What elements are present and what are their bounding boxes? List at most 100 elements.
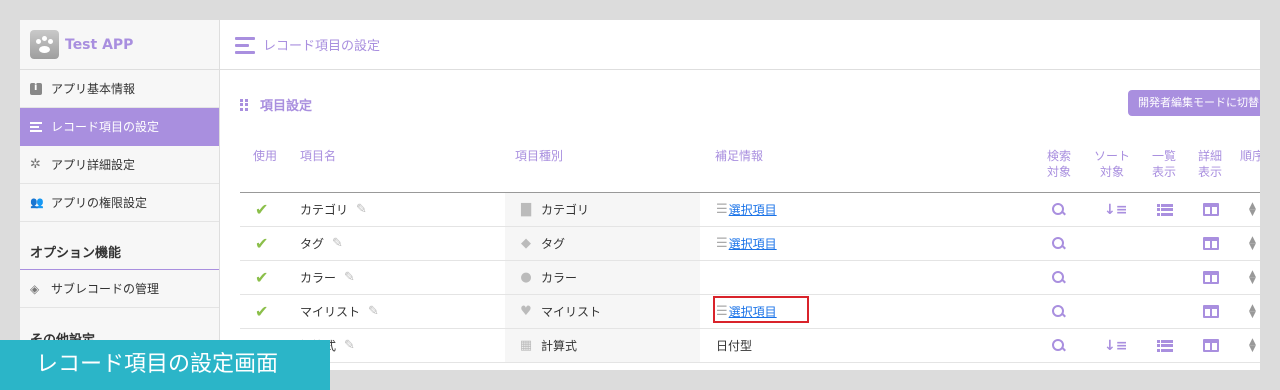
enabled-check-icon[interactable]: ✔	[255, 227, 268, 260]
option-section-heading: オプション機能	[20, 222, 219, 270]
sidebar-item-permissions[interactable]: 👥 アプリの権限設定	[20, 184, 219, 222]
field-name-cell: タグ ✎	[300, 227, 343, 260]
column-header-info: 補足情報	[715, 149, 764, 163]
list-display-icon[interactable]	[1157, 329, 1173, 362]
field-type: 計算式	[541, 339, 578, 353]
sidebar-item-detail-settings[interactable]: ✲ アプリ詳細設定	[20, 146, 219, 184]
panel-title-text: 項目設定	[260, 99, 313, 114]
field-name: タグ	[300, 237, 325, 251]
field-type: カテゴリ	[541, 203, 590, 217]
column-header-search-line1: 検索	[1046, 149, 1071, 163]
column-header-list[interactable]: 一覧 表示	[1151, 148, 1177, 180]
table-row: ✔ タグ ✎ ◆ タグ ☰ 選択項目 ▲ ▼	[240, 227, 1260, 261]
reorder-icon[interactable]: ▲ ▼	[1249, 227, 1256, 260]
field-type-cell: ◆ タグ	[505, 227, 700, 260]
enabled-check-icon[interactable]: ✔	[255, 261, 268, 294]
table-row: ✔ カラー ✎ ● カラー ▲ ▼	[240, 261, 1260, 295]
palette-icon: ●	[520, 270, 532, 285]
info-icon	[30, 82, 42, 95]
calculator-icon: ▦	[519, 338, 533, 353]
field-type-cell: ▦ 計算式	[505, 329, 700, 362]
gear-icon: ✲	[30, 156, 41, 172]
column-header-sort[interactable]: ソート 対象	[1092, 148, 1132, 180]
table-row: ✔ 計算式 ✎ ▦ 計算式 日付型 ↓≡ ▲▼	[240, 329, 1260, 363]
column-header-order: 順序	[1240, 149, 1260, 163]
app-logo-icon	[30, 30, 59, 59]
sidebar-item-record-fields[interactable]: レコード項目の設定	[20, 108, 219, 146]
folder-icon: ▇	[521, 202, 531, 217]
sidebar-item-subrecords[interactable]: ◈ サブレコードの管理	[20, 270, 219, 308]
search-target-icon[interactable]	[1052, 261, 1065, 294]
highlight-box	[713, 296, 809, 323]
detail-display-icon[interactable]	[1203, 227, 1219, 260]
pencil-icon[interactable]: ✎	[332, 236, 343, 251]
grip-icon	[240, 98, 250, 111]
reorder-icon[interactable]: ▲ ▼	[1249, 193, 1256, 226]
developer-mode-button[interactable]: 開発者編集モードに切替	[1128, 90, 1260, 116]
field-type: カラー	[541, 271, 578, 285]
user-lock-icon: 👥	[30, 195, 44, 209]
pencil-icon[interactable]: ✎	[368, 304, 379, 319]
enabled-check-icon[interactable]: ✔	[255, 295, 268, 328]
search-target-icon[interactable]	[1052, 295, 1065, 328]
detail-display-icon[interactable]	[1203, 261, 1219, 294]
reorder-icon[interactable]: ▲ ▼	[1249, 261, 1256, 294]
column-header-detail-line2: 表示	[1197, 165, 1222, 179]
column-header-detail-line1: 詳細	[1197, 149, 1222, 163]
search-target-icon[interactable]	[1052, 227, 1065, 260]
column-header-detail[interactable]: 詳細 表示	[1197, 148, 1223, 180]
field-info-cell: ☰ 選択項目	[716, 227, 777, 260]
sidebar-item-label: アプリ詳細設定	[51, 158, 136, 172]
pencil-icon[interactable]: ✎	[356, 202, 367, 217]
detail-display-icon[interactable]	[1203, 329, 1219, 362]
search-target-icon[interactable]	[1052, 329, 1065, 362]
column-header-search[interactable]: 検索 対象	[1046, 148, 1072, 180]
select-items-link[interactable]: 選択項目	[729, 235, 777, 252]
detail-display-icon[interactable]	[1203, 295, 1219, 328]
sort-target-icon[interactable]: ↓≡	[1104, 193, 1127, 226]
brand[interactable]: Test APP	[20, 20, 219, 70]
field-type: タグ	[541, 237, 566, 251]
reorder-icon[interactable]: ▲ ▼	[1249, 329, 1256, 362]
page-header: レコード項目の設定	[220, 20, 1260, 70]
field-name: カラー	[300, 271, 337, 285]
reorder-icon[interactable]: ▲ ▼	[1249, 295, 1256, 328]
list-icon	[30, 121, 42, 133]
field-name: カテゴリ	[300, 203, 349, 217]
field-type-cell: ● カラー	[505, 261, 700, 294]
enabled-check-icon[interactable]: ✔	[255, 193, 268, 226]
field-type-cell: ▇ カテゴリ	[505, 193, 700, 226]
column-header-sort-line1: ソート	[1093, 149, 1130, 163]
field-type-cell: ♥ マイリスト	[505, 295, 700, 328]
caption-banner: レコード項目の設定画面	[0, 340, 330, 390]
tag-icon: ◆	[521, 236, 531, 251]
field-name: マイリスト	[300, 305, 361, 319]
sidebar-item-label: アプリの権限設定	[51, 196, 148, 210]
field-name-cell: カラー ✎	[300, 261, 355, 294]
page-title: レコード項目の設定	[263, 39, 381, 54]
column-header-type: 項目種別	[515, 149, 564, 163]
field-info-cell: ☰ 選択項目	[716, 193, 777, 226]
sidebar: Test APP アプリ基本情報 レコード項目の設定 ✲ アプリ詳細設定 👥 ア…	[20, 20, 220, 370]
main-content: 項目設定 開発者編集モードに切替 使用 項目名 項目種別 補足情報 検索 対象 …	[220, 70, 1260, 370]
app-name: Test APP	[65, 36, 134, 53]
layers-icon: ◈	[30, 281, 40, 296]
list-display-icon[interactable]	[1157, 193, 1173, 226]
field-name-cell: カテゴリ ✎	[300, 193, 367, 226]
sort-target-icon[interactable]: ↓≡	[1104, 329, 1127, 362]
field-info-cell: 日付型	[716, 329, 752, 362]
sidebar-item-label: サブレコードの管理	[51, 282, 160, 296]
detail-display-icon[interactable]	[1203, 193, 1219, 226]
sidebar-item-basic-info[interactable]: アプリ基本情報	[20, 70, 219, 108]
bullet-list-icon: ☰	[716, 202, 728, 217]
panel-title: 項目設定	[240, 95, 312, 114]
field-name-cell: マイリスト ✎	[300, 295, 379, 328]
column-header-list-line2: 表示	[1151, 165, 1176, 179]
select-items-link[interactable]: 選択項目	[729, 201, 777, 218]
search-target-icon[interactable]	[1052, 193, 1065, 226]
column-header-search-line2: 対象	[1046, 165, 1071, 179]
pencil-icon[interactable]: ✎	[344, 338, 355, 353]
sidebar-item-label: レコード項目の設定	[51, 120, 160, 134]
bullet-list-icon: ☰	[716, 236, 728, 251]
pencil-icon[interactable]: ✎	[344, 270, 355, 285]
